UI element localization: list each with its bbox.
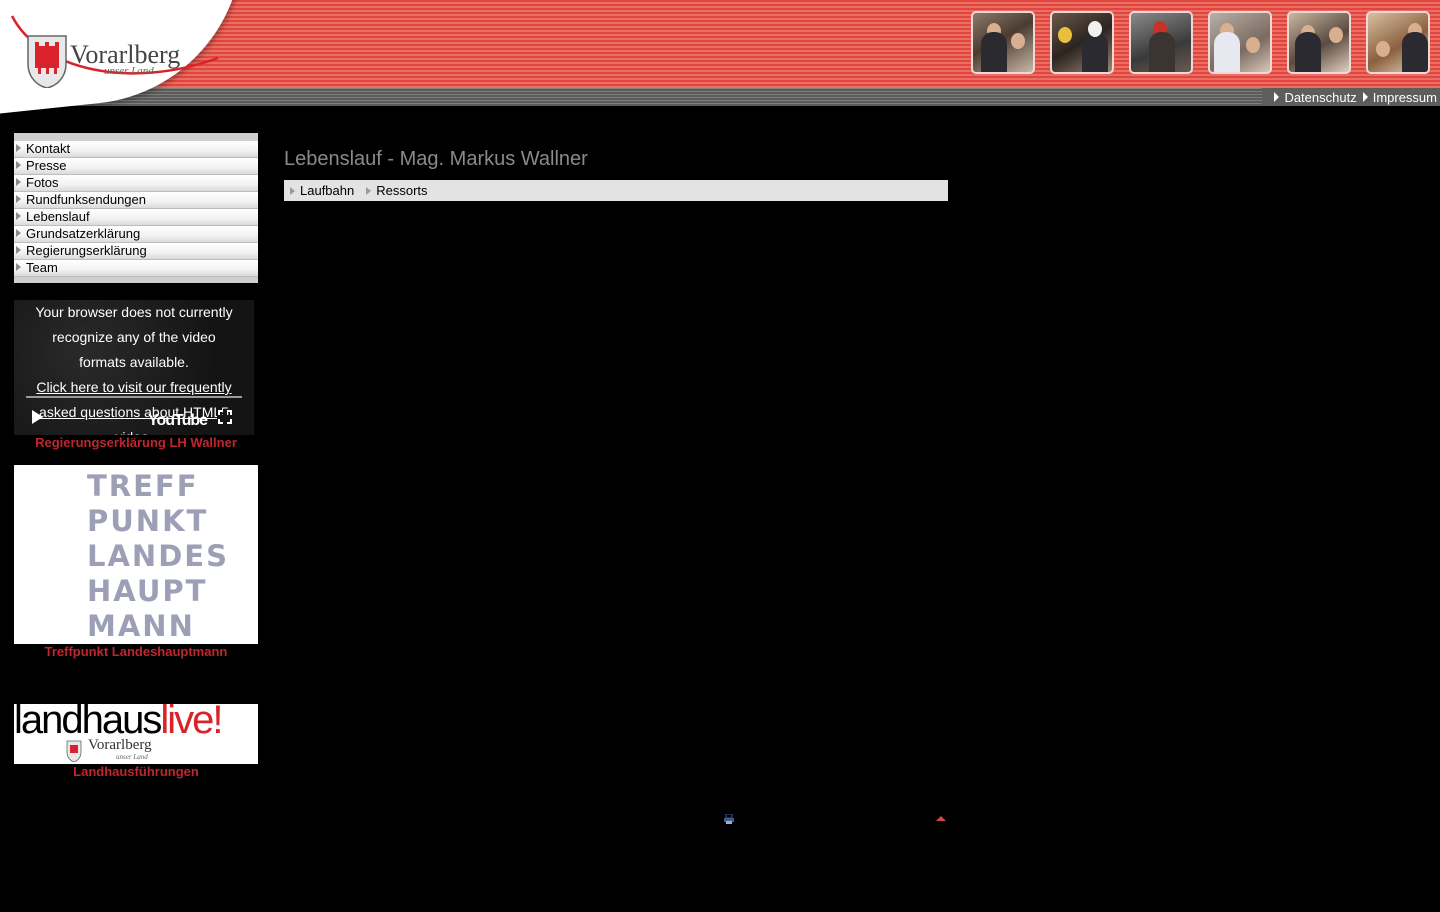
header-photo [1287,11,1351,74]
arrow-right-icon [16,246,21,254]
nav-item-lebenslauf[interactable]: Lebenslauf [14,209,258,226]
nav-item-label: Grundsatzerklärung [26,226,141,241]
datenschutz-link[interactable]: Datenschutz [1274,89,1357,105]
treffpunkt-line: HAUPT [87,574,208,608]
coat-of-arms-icon [27,35,67,88]
landhaus-brand: Vorarlberg [88,737,152,753]
arrow-right-icon [366,186,372,195]
tab-ressorts[interactable]: Ressorts [366,183,428,198]
impressum-link[interactable]: Impressum [1362,89,1437,105]
treffpunkt-caption-link[interactable]: Treffpunkt Landeshauptmann [14,644,258,659]
print-icon[interactable] [724,814,734,824]
landhaus-caption-link[interactable]: Landhausführungen [14,764,258,779]
nav-item-label: Team [26,260,58,275]
coat-of-arms-icon [66,740,82,762]
landhaus-brand-sub: unser Land [116,753,148,761]
nav-item-label: Fotos [26,175,59,190]
top-links: Datenschutz Impressum [1262,88,1440,106]
nav-item-label: Rundfunksendungen [26,192,146,207]
header-photo [1366,11,1430,74]
arrow-right-icon [16,212,21,220]
arrow-right-icon [16,178,21,186]
nav-item-fotos[interactable]: Fotos [14,175,258,192]
youtube-logo[interactable]: YouTube [148,408,208,433]
arrow-right-icon [16,144,21,152]
nav-item-label: Kontakt [26,141,71,156]
nav-item-presse[interactable]: Presse [14,158,258,175]
content-tabs: Laufbahn Ressorts [284,180,948,201]
video-controls: YouTube [26,396,242,429]
video-player[interactable]: Your browser does not currently recogniz… [14,300,254,435]
sidebar-nav: Kontakt Presse Fotos Rundfunksendungen L… [14,133,258,283]
page-title: Lebenslauf - Mag. Markus Wallner [284,148,588,170]
datenschutz-label: Datenschutz [1284,89,1357,105]
nav-item-rundfunksendungen[interactable]: Rundfunksendungen [14,192,258,209]
arrow-right-icon [1362,92,1368,102]
arrow-right-icon [1274,92,1280,102]
treffpunkt-line: MANN [87,609,195,643]
header-photo [1129,11,1193,74]
nav-item-team[interactable]: Team [14,260,258,277]
tab-label: Laufbahn [300,183,355,198]
arrow-right-icon [290,186,295,195]
vorarlberg-logo[interactable]: Vorarlberg unser Land [10,10,230,90]
treffpunkt-line: PUNKT [87,504,209,538]
landhaus-live-banner[interactable]: landhauslive! Vorarlberg unser Land [14,704,258,764]
header-photo-strip [971,11,1430,74]
header-photo [971,11,1035,74]
logo-subtitle: unser Land [104,65,154,77]
treffpunkt-line: LANDES [87,539,229,573]
header-photo [1050,11,1114,74]
nav-item-grundsatzerklaerung[interactable]: Grundsatzerklärung [14,226,258,243]
treffpunkt-banner[interactable]: TREFF PUNKT LANDES HAUPT MANN [14,465,258,644]
live-text: live! [160,704,223,742]
arrow-right-icon [16,195,21,203]
nav-item-label: Lebenslauf [26,209,90,224]
video-message-text: Your browser does not currently recogniz… [35,304,233,370]
fullscreen-icon[interactable] [217,409,233,425]
arrow-right-icon [16,263,21,271]
video-caption-link[interactable]: Regierungserklärung LH Wallner [14,435,258,450]
nav-item-label: Presse [26,158,67,173]
back-to-top-icon[interactable] [936,816,946,821]
nav-item-label: Regierungserklärung [26,243,147,258]
nav-item-regierungserklaerung[interactable]: Regierungserklärung [14,243,258,260]
impressum-label: Impressum [1372,89,1437,105]
treffpunkt-line: TREFF [87,469,199,503]
play-icon[interactable] [32,410,43,424]
arrow-right-icon [16,161,21,169]
arrow-right-icon [16,229,21,237]
nav-item-kontakt[interactable]: Kontakt [14,141,258,158]
header-photo [1208,11,1272,74]
tab-laufbahn[interactable]: Laufbahn [290,183,354,198]
tab-label: Ressorts [376,183,428,198]
